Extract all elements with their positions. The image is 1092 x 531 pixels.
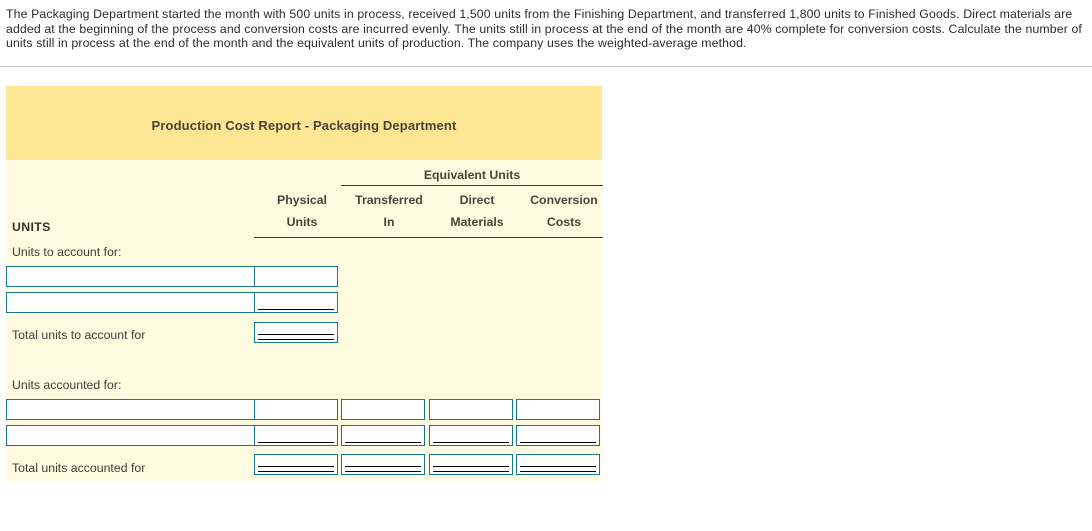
problem-statement: The Packaging Department started the mon… (6, 7, 1082, 51)
report-title-bar: Production Cost Report - Packaging Depar… (6, 86, 602, 160)
input-to-account-physical-units-2[interactable] (255, 293, 337, 312)
input-wrap-accounted-r2-direct-materials[interactable] (429, 425, 513, 446)
equivalent-units-rule (341, 185, 603, 186)
column-header-line1: Transferred (355, 193, 423, 207)
label-units-accounted-for: Units accounted for: (12, 378, 122, 392)
input-accounted-r1-conversion-costs[interactable] (516, 399, 600, 420)
column-header-physical-units: Physical Units (254, 193, 350, 229)
input-wrap-total-accounted-physical-units[interactable] (254, 454, 338, 475)
column-header-line2: In (383, 215, 395, 229)
input-wrap-accounted-r2-physical-units[interactable] (254, 425, 338, 446)
input-total-accounted-transferred-in[interactable] (342, 455, 424, 474)
column-header-conversion-costs: Conversion Costs (516, 193, 612, 229)
input-accounted-r1-transferred-in[interactable] (341, 399, 425, 420)
input-to-account-description-1[interactable] (6, 266, 256, 287)
column-header-line1: Physical (277, 193, 327, 207)
horizontal-divider (0, 66, 1092, 67)
column-header-direct-materials: Direct Materials (429, 193, 525, 229)
section-label-units: UNITS (12, 220, 51, 234)
input-wrap-accounted-r2-conversion-costs[interactable] (516, 425, 600, 446)
input-accounted-r2-physical-units[interactable] (255, 426, 337, 445)
column-header-line1: Direct (459, 193, 495, 207)
input-accounted-r1-physical-units[interactable] (254, 399, 338, 420)
input-wrap-to-account-physical-units-2[interactable] (254, 292, 338, 313)
input-accounted-description-1[interactable] (6, 399, 256, 420)
input-total-accounted-physical-units[interactable] (255, 455, 337, 474)
input-total-accounted-conversion-costs[interactable] (517, 455, 599, 474)
column-header-line2: Materials (450, 215, 504, 229)
equivalent-units-group-header: Equivalent Units (423, 168, 521, 182)
input-wrap-total-units-to-account-for[interactable] (254, 322, 338, 343)
label-total-units-accounted-for: Total units accounted for (12, 461, 146, 475)
label-total-units-to-account-for: Total units to account for (12, 328, 146, 342)
column-header-line2: Units (286, 215, 318, 229)
production-cost-report-panel: Production Cost Report - Packaging Depar… (6, 86, 603, 481)
column-header-transferred-in: Transferred In (341, 193, 437, 229)
column-header-bottom-rule (254, 237, 603, 238)
input-wrap-accounted-r2-transferred-in[interactable] (341, 425, 425, 446)
report-title: Production Cost Report - Packaging Depar… (151, 118, 457, 133)
input-accounted-r2-direct-materials[interactable] (430, 426, 512, 445)
input-accounted-r2-conversion-costs[interactable] (517, 426, 599, 445)
input-wrap-total-accounted-conversion-costs[interactable] (516, 454, 600, 475)
input-total-accounted-direct-materials[interactable] (430, 455, 512, 474)
input-accounted-r1-direct-materials[interactable] (429, 399, 513, 420)
input-wrap-total-accounted-direct-materials[interactable] (429, 454, 513, 475)
input-wrap-total-accounted-transferred-in[interactable] (341, 454, 425, 475)
column-header-line2: Costs (546, 215, 582, 229)
label-units-to-account-for: Units to account for: (12, 245, 122, 259)
input-total-units-to-account-for[interactable] (255, 323, 337, 342)
input-to-account-physical-units-1[interactable] (254, 266, 338, 287)
input-to-account-description-2[interactable] (6, 292, 256, 313)
input-accounted-r2-transferred-in[interactable] (342, 426, 424, 445)
column-header-line1: Conversion (530, 193, 598, 207)
input-accounted-description-2[interactable] (6, 425, 256, 446)
